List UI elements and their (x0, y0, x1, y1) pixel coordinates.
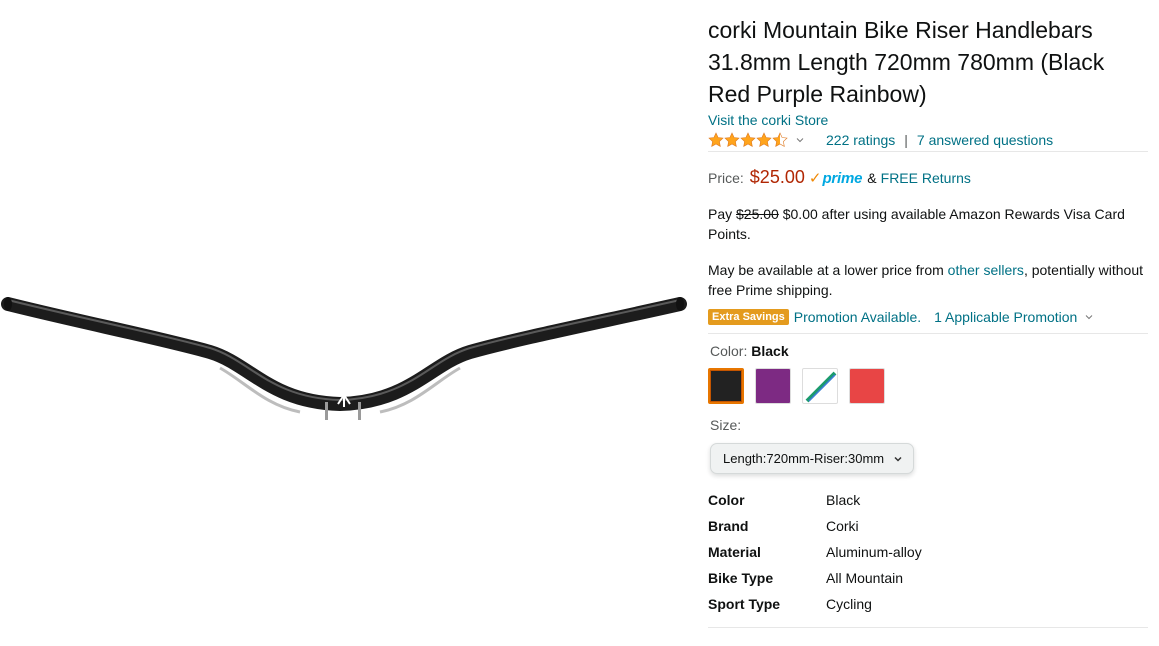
star-full-icon (740, 132, 756, 147)
star-full-icon (708, 132, 724, 147)
spec-row: Brand Corki (708, 513, 1148, 539)
applicable-promotion-link[interactable]: 1 Applicable Promotion (934, 309, 1077, 325)
ratings-link[interactable]: 222 ratings (826, 132, 895, 148)
spec-key: Material (708, 544, 761, 560)
handlebar-image (1, 297, 687, 420)
spec-row: Material Aluminum-alloy (708, 539, 1148, 565)
product-title: corki Mountain Bike Riser Handlebars 31.… (708, 17, 1105, 107)
answered-questions-link[interactable]: 7 answered questions (917, 132, 1053, 148)
extra-savings-badge: Extra Savings (708, 309, 789, 325)
size-dropdown[interactable]: Length:720mm-Riser:30mm (710, 443, 914, 474)
color-swatches (708, 368, 1148, 404)
spec-row: Color Black (708, 487, 1148, 513)
price-row: Price: $25.00 ✓ prime & FREE Returns (708, 167, 1148, 188)
prime-check-icon: ✓ (808, 170, 822, 187)
star-full-icon (756, 132, 772, 147)
specs-table: Color Black Brand Corki Material Aluminu… (708, 487, 1148, 628)
product-image[interactable] (0, 0, 690, 646)
color-label: Color: (710, 343, 748, 359)
other-sellers-link[interactable]: other sellers (948, 262, 1024, 278)
prime-badge[interactable]: ✓ prime (808, 169, 863, 187)
amp-text: & (867, 170, 877, 186)
spec-row: Sport Type Cycling (708, 591, 1148, 617)
price-value: $25.00 (749, 167, 805, 187)
spec-value: All Mountain (826, 570, 904, 586)
store-link[interactable]: Visit the corki Store (708, 111, 1148, 129)
selected-color: Black (751, 343, 789, 359)
spec-value: Corki (826, 518, 859, 534)
size-selected-value: Length:720mm-Riser:30mm (723, 451, 885, 466)
star-rating[interactable] (708, 132, 804, 148)
swatch-black[interactable] (708, 368, 744, 404)
spec-value: Black (826, 492, 861, 508)
old-price: $25.00 (736, 206, 779, 222)
price-label: Price: (708, 170, 744, 186)
promotion-available-text: Promotion Available. (793, 309, 922, 325)
swatch-red[interactable] (849, 368, 885, 404)
pay-label: Pay (708, 206, 733, 222)
star-full-icon (724, 132, 740, 147)
lower-price-text: May be available at a lower price from o… (708, 260, 1148, 300)
product-info: corki Mountain Bike Riser Handlebars 31.… (708, 14, 1148, 628)
spec-value: Cycling (826, 596, 872, 612)
size-label: Size: (710, 417, 742, 433)
spec-key: Brand (708, 518, 749, 534)
spec-value: Aluminum-alloy (826, 544, 922, 560)
free-returns-link[interactable]: FREE Returns (881, 170, 971, 186)
rating-row: 222 ratings | 7 answered questions (708, 129, 1148, 152)
lower-price-before: May be available at a lower price from (708, 262, 944, 278)
rewards-text: Pay $25.00 $0.00 after using available A… (708, 204, 1148, 244)
chevron-down-icon (894, 456, 902, 462)
star-half-icon (772, 132, 788, 147)
spec-key: Color (708, 492, 745, 508)
rainbow-handlebar-icon (805, 371, 837, 403)
spec-key: Sport Type (708, 596, 781, 612)
spec-key: Bike Type (708, 570, 774, 586)
color-label-row: Color: Black (710, 343, 1148, 359)
chevron-down-icon[interactable] (1085, 313, 1093, 321)
swatch-purple[interactable] (755, 368, 791, 404)
promotion-row: Extra Savings Promotion Available. 1 App… (708, 309, 1148, 334)
separator: | (904, 132, 908, 148)
prime-logo: prime (822, 170, 863, 187)
chevron-down-icon (796, 138, 804, 143)
spec-row: Bike Type All Mountain (708, 565, 1148, 591)
swatch-rainbow[interactable] (802, 368, 838, 404)
